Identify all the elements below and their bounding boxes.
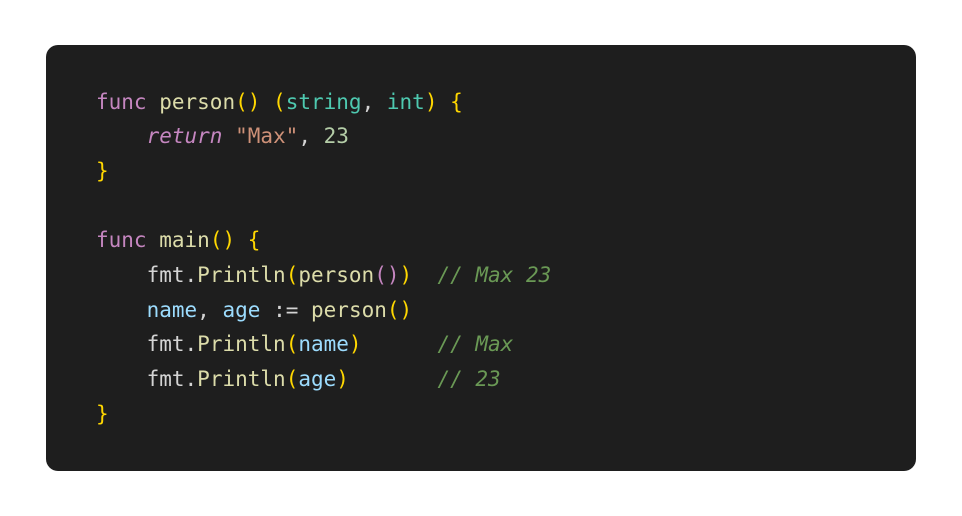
keyword-return: return <box>147 124 223 148</box>
keyword-func: func <box>96 90 147 114</box>
comment: // Max 23 <box>437 263 551 287</box>
paren: ( <box>286 367 299 391</box>
paren: ( <box>286 332 299 356</box>
brace: { <box>450 90 463 114</box>
paren: ( <box>273 90 286 114</box>
code-line-6: fmt.Println(person()) // Max 23 <box>96 258 866 293</box>
package: fmt <box>147 332 185 356</box>
paren: ) <box>349 332 362 356</box>
code-line-2: return "Max", 23 <box>96 119 866 154</box>
comma: , <box>362 90 375 114</box>
function-name: main <box>159 228 210 252</box>
function-call: Println <box>197 263 286 287</box>
type-int: int <box>387 90 425 114</box>
comment: // 23 <box>437 367 500 391</box>
type-string: string <box>286 90 362 114</box>
comma: , <box>298 124 311 148</box>
paren: ) <box>400 263 413 287</box>
dot: . <box>185 332 198 356</box>
code-block: func person() (string, int) { return "Ma… <box>46 45 916 471</box>
function-call: Println <box>197 367 286 391</box>
number-literal: 23 <box>324 124 349 148</box>
identifier: name <box>147 298 198 322</box>
paren: () <box>387 298 412 322</box>
brace: } <box>96 402 109 426</box>
package: fmt <box>147 263 185 287</box>
function-call: person <box>298 263 374 287</box>
code-line-8: fmt.Println(name) // Max <box>96 327 866 362</box>
code-line-5: func main() { <box>96 223 866 258</box>
keyword-func: func <box>96 228 147 252</box>
paren: ) <box>336 367 349 391</box>
comma: , <box>197 298 210 322</box>
identifier: age <box>222 298 260 322</box>
dot: . <box>185 367 198 391</box>
assign-operator: := <box>273 298 298 322</box>
brace: } <box>96 159 109 183</box>
string-literal: "Max" <box>235 124 298 148</box>
paren: () <box>210 228 235 252</box>
function-call: Println <box>197 332 286 356</box>
paren: ( <box>286 263 299 287</box>
code-line-1: func person() (string, int) { <box>96 85 866 120</box>
function-name: person <box>159 90 235 114</box>
dot: . <box>185 263 198 287</box>
code-line-10: } <box>96 397 866 432</box>
brace: { <box>248 228 261 252</box>
identifier: name <box>298 332 349 356</box>
function-call: person <box>311 298 387 322</box>
package: fmt <box>147 367 185 391</box>
paren: () <box>374 263 399 287</box>
comment: // Max <box>437 332 513 356</box>
code-line-3: } <box>96 154 866 189</box>
identifier: age <box>298 367 336 391</box>
code-line-7: name, age := person() <box>96 293 866 328</box>
paren: ) <box>425 90 438 114</box>
code-line-9: fmt.Println(age) // 23 <box>96 362 866 397</box>
code-line-4 <box>96 189 866 224</box>
paren: () <box>235 90 260 114</box>
